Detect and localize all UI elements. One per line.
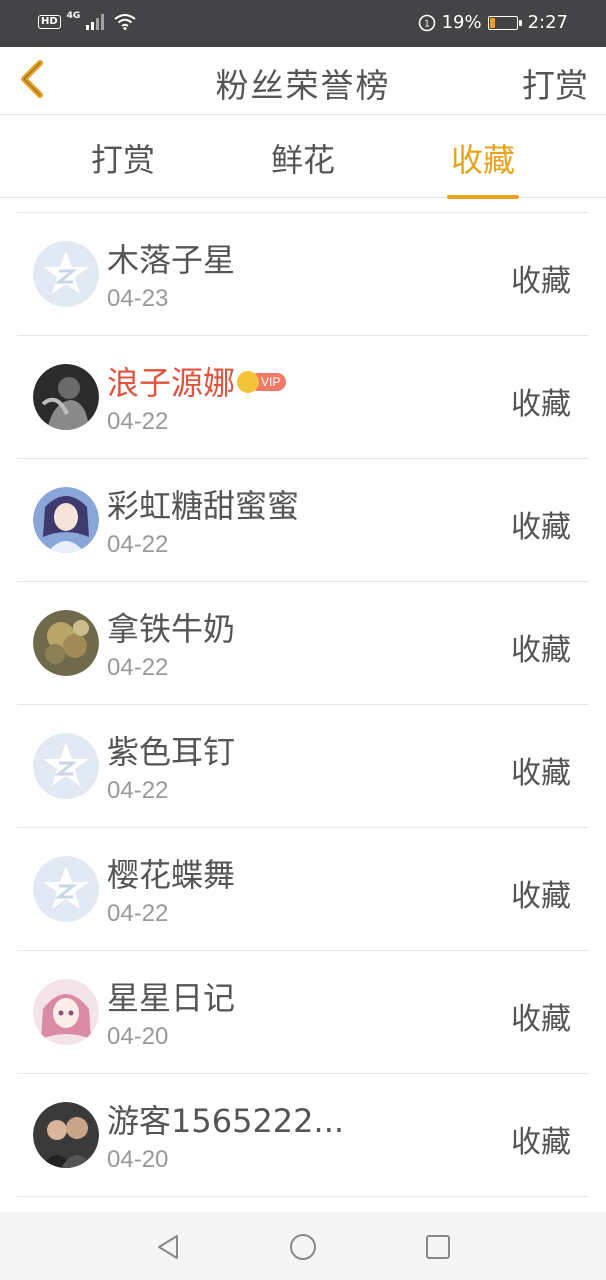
date: 04-22 bbox=[107, 408, 169, 435]
list-item[interactable]: 星星日记 04-20 收藏 bbox=[17, 951, 589, 1074]
date: 04-22 bbox=[107, 777, 169, 804]
tab-label: 鲜花 bbox=[270, 141, 335, 179]
list-item[interactable]: 浪子源娜 VIP 04-22 收藏 bbox=[17, 336, 589, 459]
flower-photo bbox=[33, 610, 99, 676]
list-item[interactable]: 木落子星 04-23 收藏 bbox=[17, 213, 589, 336]
tab-favorites[interactable]: 收藏 bbox=[423, 135, 543, 199]
action-label: 收藏 bbox=[511, 879, 571, 914]
clock: 2:27 bbox=[527, 12, 568, 33]
list-item[interactable]: 彩虹糖甜蜜蜜 04-22 收藏 bbox=[17, 459, 589, 582]
active-tab-indicator bbox=[447, 195, 519, 199]
user-name: 拿铁牛奶 bbox=[107, 610, 236, 648]
user-name: 游客1565222... bbox=[107, 1102, 345, 1140]
user-name: 彩虹糖甜蜜蜜 bbox=[107, 487, 300, 525]
user-name: 木落子星 bbox=[107, 241, 236, 279]
system-nav-bar bbox=[0, 1212, 606, 1280]
date: 04-22 bbox=[107, 654, 169, 681]
status-right: 1 19% 2:27 bbox=[418, 12, 568, 33]
anime-girl-pink-photo bbox=[33, 979, 99, 1045]
anime-girl-photo bbox=[33, 487, 99, 553]
user-name: 浪子源娜 bbox=[107, 364, 236, 402]
list-item[interactable]: 拿铁牛奶 04-22 收藏 bbox=[17, 582, 589, 705]
reward-button[interactable]: 打赏 bbox=[522, 59, 588, 107]
crown-icon bbox=[237, 371, 260, 393]
signal-icon bbox=[86, 14, 105, 30]
action-label: 收藏 bbox=[511, 264, 571, 299]
back-triangle-icon[interactable] bbox=[153, 1232, 183, 1262]
hd-badge: HD bbox=[38, 15, 61, 29]
user-name: 紫色耳钉 bbox=[107, 733, 236, 771]
page-title: 粉丝荣誉榜 bbox=[215, 66, 391, 105]
action-label: 收藏 bbox=[511, 510, 571, 545]
user-photo bbox=[33, 364, 99, 430]
date: 04-22 bbox=[107, 900, 169, 927]
list-item[interactable]: 樱花蝶舞 04-22 收藏 bbox=[17, 828, 589, 951]
user-name: 星星日记 bbox=[107, 979, 236, 1017]
battery-icon bbox=[487, 15, 522, 30]
home-circle-icon[interactable] bbox=[288, 1232, 318, 1262]
date: 04-22 bbox=[107, 531, 169, 558]
action-label: 收藏 bbox=[511, 756, 571, 791]
data-saver-icon: 1 bbox=[418, 14, 435, 31]
user-name: 樱花蝶舞 bbox=[107, 856, 236, 894]
default-avatar-icon bbox=[33, 733, 99, 799]
wifi-icon bbox=[114, 14, 136, 30]
tab-bar: 打赏 鲜花 收藏 bbox=[0, 115, 606, 199]
list-item[interactable]: 游客1565222... 04-20 收藏 bbox=[17, 1074, 589, 1197]
network-type: 4G bbox=[66, 11, 81, 21]
family-photo bbox=[33, 1102, 99, 1168]
battery-percent: 19% bbox=[441, 12, 482, 33]
recents-square-icon[interactable] bbox=[423, 1232, 453, 1262]
date: 04-20 bbox=[107, 1023, 169, 1050]
date: 04-23 bbox=[107, 285, 169, 312]
tab-flowers[interactable]: 鲜花 bbox=[243, 135, 363, 181]
fan-list: 木落子星 04-23 收藏 浪子源娜 VIP 04-22 收藏 彩虹糖甜蜜蜜 0… bbox=[17, 212, 589, 1197]
list-item[interactable]: 紫色耳钉 04-22 收藏 bbox=[17, 705, 589, 828]
tab-label: 打赏 bbox=[90, 141, 155, 179]
svg-text:1: 1 bbox=[424, 19, 430, 29]
date: 04-20 bbox=[107, 1146, 169, 1173]
vip-badge: VIP bbox=[237, 371, 287, 393]
status-bar: HD 4G 1 19% 2:27 bbox=[0, 0, 606, 47]
tab-reward[interactable]: 打赏 bbox=[63, 135, 183, 181]
default-avatar-icon bbox=[33, 241, 99, 307]
status-left: HD 4G bbox=[38, 11, 136, 30]
tab-label: 收藏 bbox=[450, 141, 515, 179]
nav-bar: 粉丝荣誉榜 打赏 bbox=[0, 47, 606, 115]
action-label: 收藏 bbox=[511, 633, 571, 668]
action-label: 收藏 bbox=[511, 1125, 571, 1160]
action-label: 收藏 bbox=[511, 387, 571, 422]
default-avatar-icon bbox=[33, 856, 99, 922]
user-name-vip: 浪子源娜 VIP bbox=[107, 358, 287, 404]
action-label: 收藏 bbox=[511, 1002, 571, 1037]
